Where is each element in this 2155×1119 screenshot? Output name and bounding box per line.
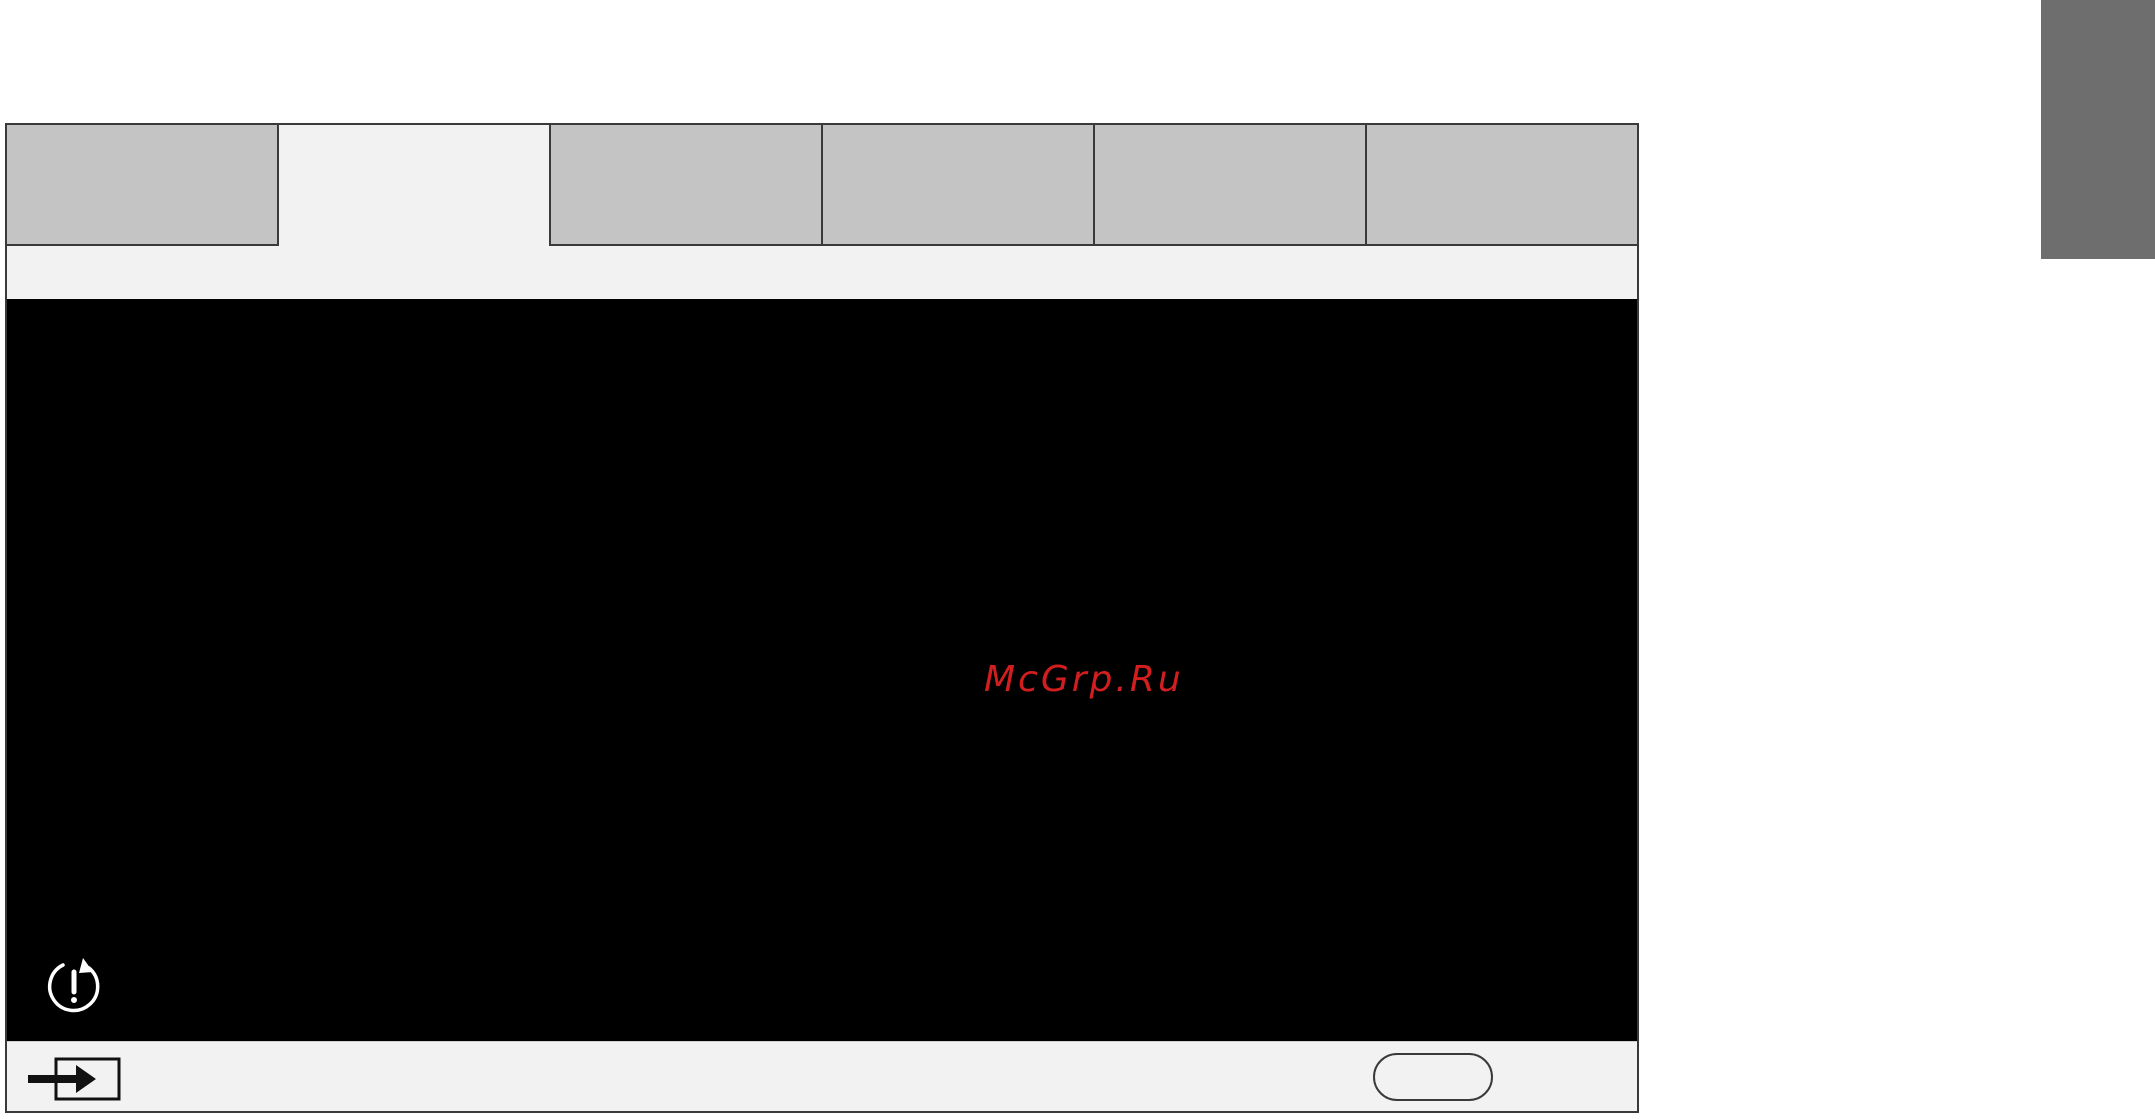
footer-bar xyxy=(7,1041,1637,1111)
reset-icon[interactable] xyxy=(43,954,105,1016)
watermark-text: McGrp.Ru xyxy=(984,659,1184,700)
tab-2[interactable] xyxy=(279,125,551,246)
tab-6[interactable] xyxy=(1367,125,1637,246)
content-area: McGrp.Ru xyxy=(7,299,1637,1044)
tab-1[interactable] xyxy=(7,125,279,246)
osd-menu-panel: McGrp.Ru xyxy=(5,123,1639,1113)
side-page-marker xyxy=(2041,0,2155,259)
tab-bar xyxy=(7,125,1637,246)
tab-5[interactable] xyxy=(1095,125,1367,246)
tab-3[interactable] xyxy=(551,125,823,246)
sub-header-bar xyxy=(7,246,1637,299)
input-source-icon[interactable] xyxy=(26,1056,122,1102)
footer-oval-button[interactable] xyxy=(1373,1053,1493,1101)
tab-4[interactable] xyxy=(823,125,1095,246)
